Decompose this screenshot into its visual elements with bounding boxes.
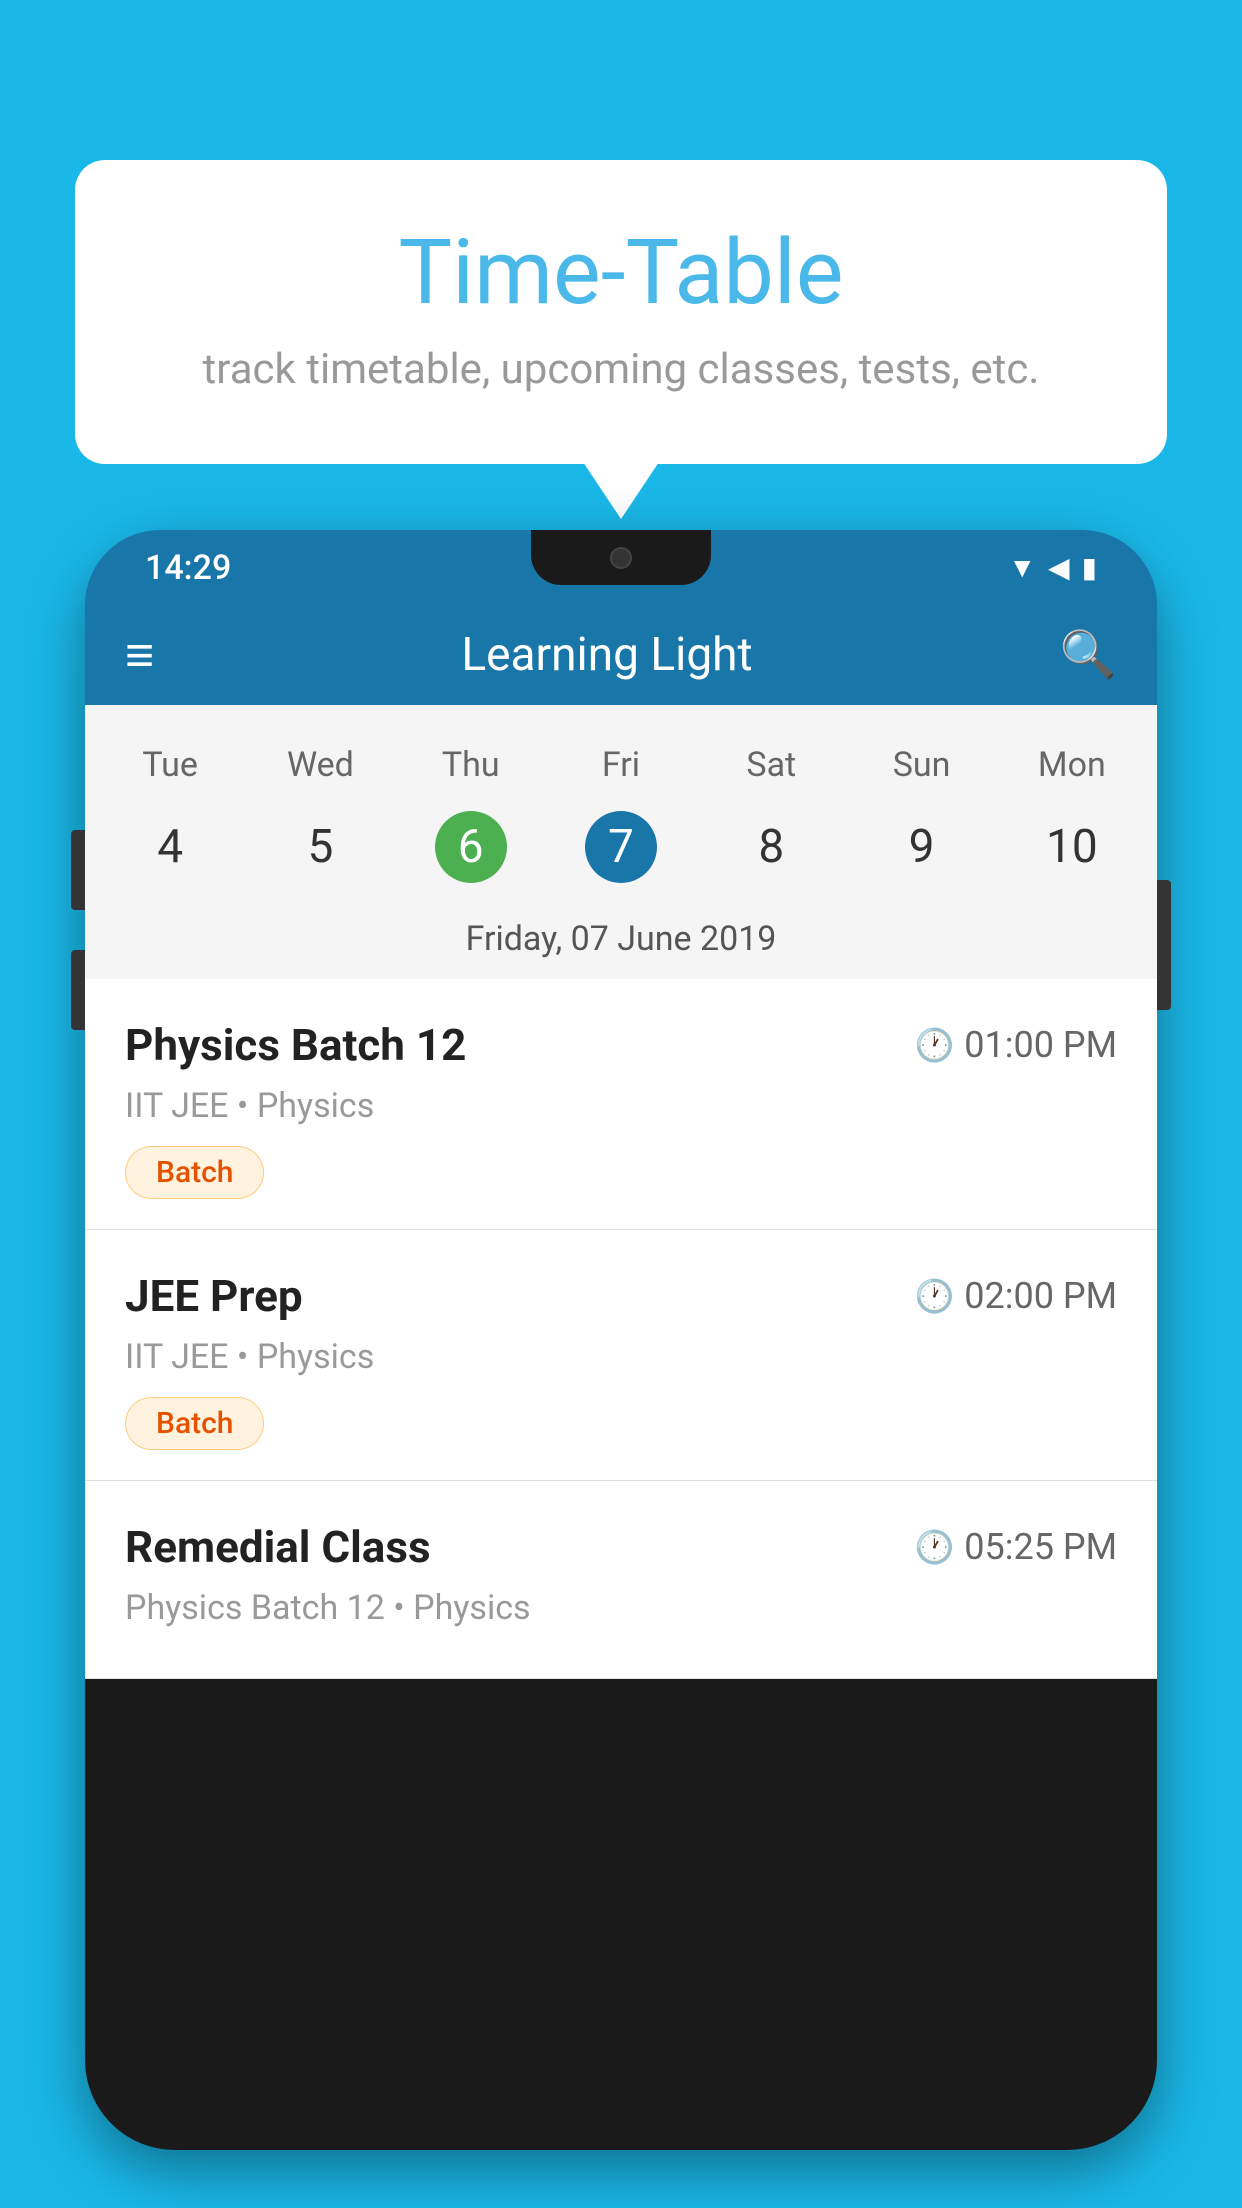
date-8[interactable]: 8 [696,805,846,889]
app-bar-title: Learning Light [461,628,752,682]
class-name-1: Physics Batch 12 [125,1019,466,1071]
date-4[interactable]: 4 [95,805,245,889]
day-tue: Tue [95,735,245,795]
class-name-2: JEE Prep [125,1270,303,1322]
selected-date-label: Friday, 07 June 2019 [85,909,1157,979]
class-meta-3: Physics Batch 12 • Physics [125,1588,1117,1628]
class-item-physics-batch[interactable]: Physics Batch 12 🕐 01:00 PM IIT JEE • Ph… [85,979,1157,1230]
class-item-remedial[interactable]: Remedial Class 🕐 05:25 PM Physics Batch … [85,1481,1157,1679]
signal-icon: ◀ [1048,551,1070,584]
volume-down-button [71,950,85,1030]
date-5[interactable]: 5 [245,805,395,889]
clock-icon-3: 🕐 [914,1528,954,1566]
class-name-3: Remedial Class [125,1521,431,1573]
phone-screen: ≡ Learning Light 🔍 Tue Wed Thu Fri Sat S… [85,605,1157,2150]
app-bar: ≡ Learning Light 🔍 [85,605,1157,705]
menu-icon[interactable]: ≡ [125,626,154,685]
clock-icon-2: 🕐 [914,1277,954,1315]
power-button [1157,880,1171,1010]
wifi-icon: ▼ [1008,551,1036,584]
class-meta-1: IIT JEE • Physics [125,1086,1117,1126]
day-wed: Wed [245,735,395,795]
date-10[interactable]: 10 [997,805,1147,889]
status-time: 14:29 [145,548,231,588]
day-numbers: 4 5 6 7 8 9 10 [85,795,1157,909]
phone-frame: 14:29 ▼ ◀ ▮ ≡ Learning Light 🔍 Tue [85,530,1157,2150]
day-thu: Thu [396,735,546,795]
status-icons: ▼ ◀ ▮ [1008,551,1097,584]
class-meta-2: IIT JEE • Physics [125,1337,1117,1377]
speech-bubble: Time-Table track timetable, upcoming cla… [75,160,1167,464]
date-9[interactable]: 9 [846,805,996,889]
camera [610,547,632,569]
date-6-today[interactable]: 6 [435,811,507,883]
batch-badge-1: Batch [125,1146,264,1199]
day-sun: Sun [846,735,996,795]
phone-device: 14:29 ▼ ◀ ▮ ≡ Learning Light 🔍 Tue [85,530,1157,2208]
phone-notch [531,530,711,585]
class-time-3: 🕐 05:25 PM [914,1526,1117,1568]
class-time-2: 🕐 02:00 PM [914,1275,1117,1317]
class-item-top-2: JEE Prep 🕐 02:00 PM [125,1270,1117,1322]
date-7-selected[interactable]: 7 [585,811,657,883]
day-mon: Mon [997,735,1147,795]
day-fri: Fri [546,735,696,795]
class-item-top-3: Remedial Class 🕐 05:25 PM [125,1521,1117,1573]
app-subtitle: track timetable, upcoming classes, tests… [155,345,1087,394]
search-icon[interactable]: 🔍 [1060,628,1117,682]
class-item-top-1: Physics Batch 12 🕐 01:00 PM [125,1019,1117,1071]
battery-icon: ▮ [1082,551,1097,584]
app-title: Time-Table [155,220,1087,325]
status-bar: 14:29 ▼ ◀ ▮ [85,530,1157,605]
calendar: Tue Wed Thu Fri Sat Sun Mon 4 5 6 7 8 9 … [85,705,1157,979]
clock-icon-1: 🕐 [914,1026,954,1064]
batch-badge-2: Batch [125,1397,264,1450]
volume-up-button [71,830,85,910]
class-item-jee-prep[interactable]: JEE Prep 🕐 02:00 PM IIT JEE • Physics Ba… [85,1230,1157,1481]
day-headers: Tue Wed Thu Fri Sat Sun Mon [85,735,1157,795]
day-sat: Sat [696,735,846,795]
classes-list: Physics Batch 12 🕐 01:00 PM IIT JEE • Ph… [85,979,1157,1679]
class-time-1: 🕐 01:00 PM [914,1024,1117,1066]
